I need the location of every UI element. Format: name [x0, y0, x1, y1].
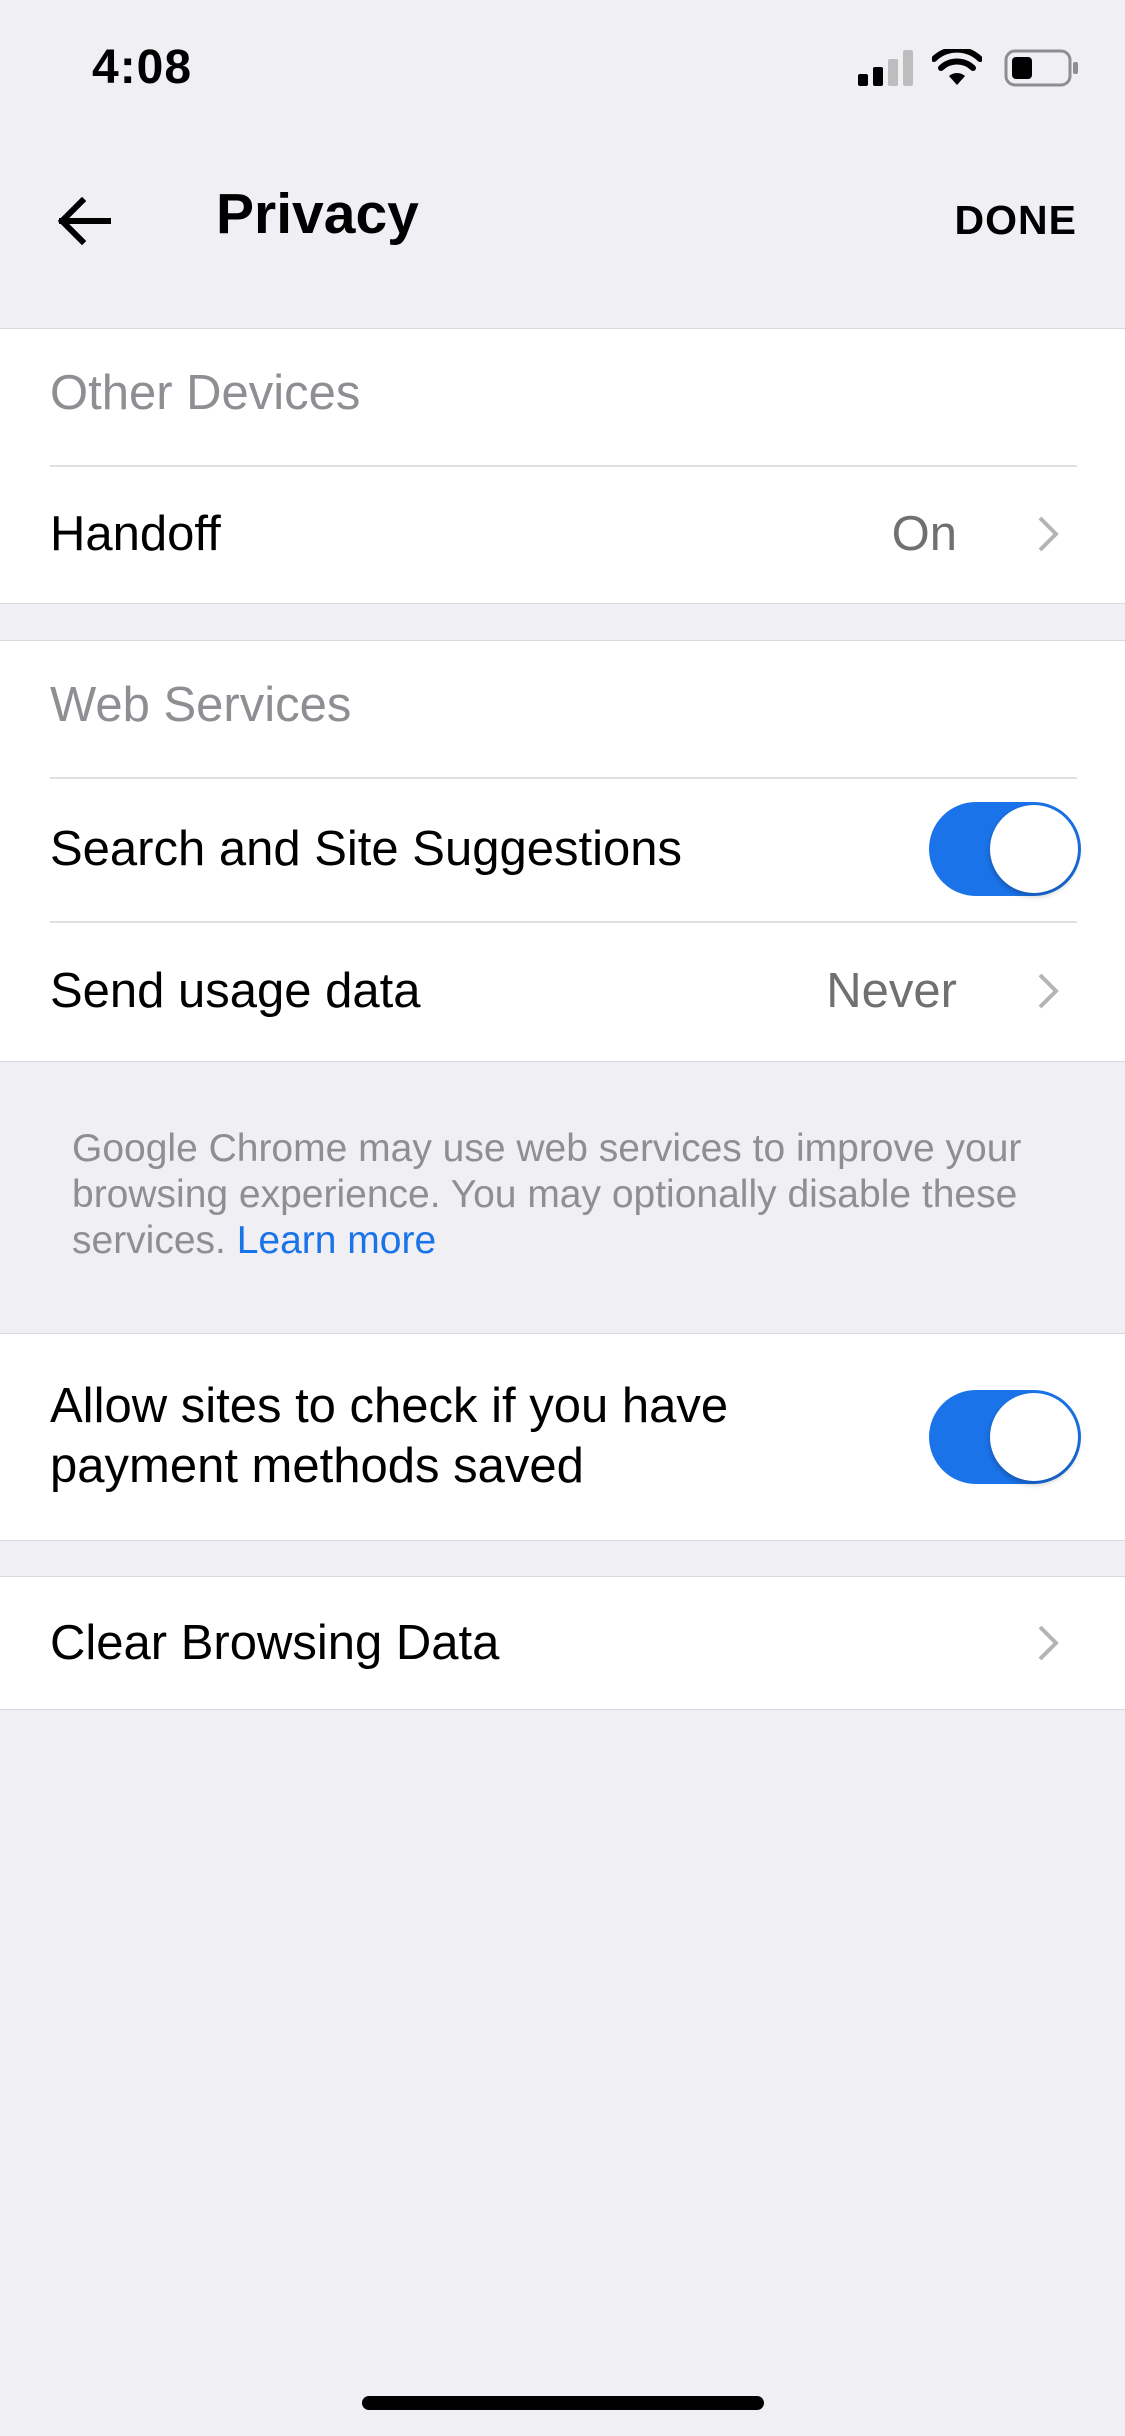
- send-usage-data-label: Send usage data: [50, 964, 421, 1018]
- handoff-row[interactable]: Handoff On: [0, 465, 1125, 603]
- toggle-knob: [990, 1393, 1078, 1481]
- web-services-section: Web Services Search and Site Suggestions…: [0, 640, 1125, 1062]
- arrow-left-icon: [57, 197, 111, 245]
- status-bar: 4:08: [0, 0, 1125, 135]
- footnote-text: Google Chrome may use web services to im…: [72, 1127, 1022, 1262]
- page-title: Privacy: [216, 182, 419, 246]
- search-suggestions-label: Search and Site Suggestions: [50, 822, 682, 876]
- handoff-value: On: [891, 507, 957, 561]
- learn-more-link[interactable]: Learn more: [237, 1219, 436, 1262]
- nav-bar: Privacy DONE: [0, 135, 1125, 325]
- divider: [50, 921, 1077, 923]
- web-services-footnote: Google Chrome may use web services to im…: [72, 1126, 1062, 1264]
- status-time: 4:08: [92, 41, 193, 94]
- section-header-label: Other Devices: [50, 366, 361, 420]
- wifi-icon: [932, 49, 982, 85]
- chevron-right-icon: [1038, 973, 1059, 1009]
- home-indicator[interactable]: [362, 2396, 764, 2410]
- section-header-web-services: Web Services: [0, 641, 1125, 777]
- clear-browsing-data-label: Clear Browsing Data: [50, 1616, 500, 1670]
- send-usage-data-row[interactable]: Send usage data Never: [0, 921, 1125, 1061]
- divider: [50, 465, 1077, 467]
- back-button[interactable]: [48, 185, 120, 257]
- payment-methods-row: Allow sites to check if you have payment…: [0, 1334, 1125, 1540]
- toggle-knob: [990, 805, 1078, 893]
- done-button[interactable]: DONE: [955, 197, 1077, 244]
- search-suggestions-row: Search and Site Suggestions: [0, 777, 1125, 921]
- battery-icon: [1004, 49, 1078, 87]
- clear-browsing-data-section: Clear Browsing Data: [0, 1576, 1125, 1710]
- payment-methods-label: Allow sites to check if you have payment…: [50, 1379, 729, 1493]
- search-suggestions-toggle[interactable]: [929, 802, 1081, 896]
- other-devices-section: Other Devices Handoff On: [0, 328, 1125, 604]
- signal-icon: [858, 50, 913, 86]
- chevron-right-icon: [1038, 516, 1059, 552]
- section-header-other-devices: Other Devices: [0, 329, 1125, 465]
- payment-methods-section: Allow sites to check if you have payment…: [0, 1333, 1125, 1541]
- divider: [50, 777, 1077, 779]
- clear-browsing-data-row[interactable]: Clear Browsing Data: [0, 1577, 1125, 1709]
- section-header-label: Web Services: [50, 678, 352, 732]
- chevron-right-icon: [1038, 1625, 1059, 1661]
- handoff-label: Handoff: [50, 507, 221, 561]
- send-usage-data-value: Never: [826, 964, 957, 1018]
- payment-methods-toggle[interactable]: [929, 1390, 1081, 1484]
- status-icons: [858, 48, 1080, 88]
